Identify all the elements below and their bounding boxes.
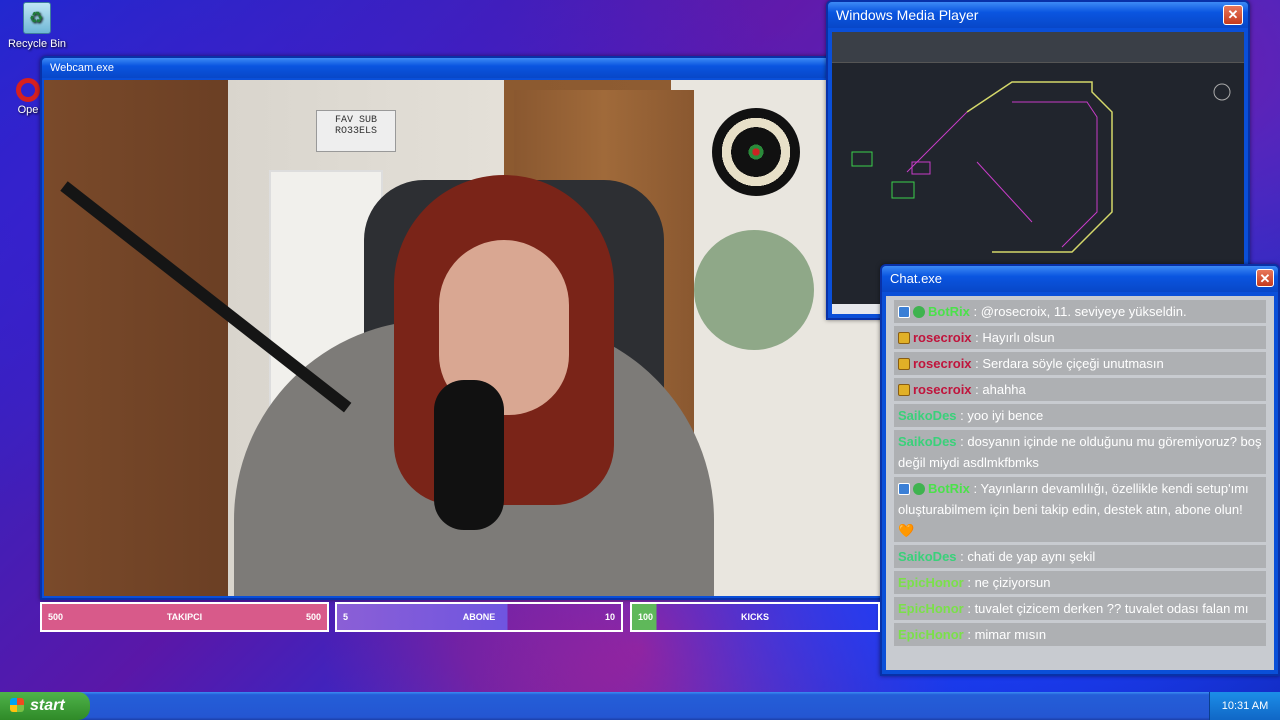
- chat-username[interactable]: BotRix: [928, 304, 970, 319]
- chat-username[interactable]: rosecroix: [913, 330, 972, 345]
- chat-message: rosecroix : Hayırlı olsun: [894, 326, 1266, 349]
- start-label: start: [30, 697, 65, 714]
- chat-message: SaikoDes : chati de yap aynı şekil: [894, 545, 1266, 568]
- chat-username[interactable]: rosecroix: [913, 382, 972, 397]
- kicks-goal-bar: 100 KICKS: [630, 602, 880, 632]
- chat-text: : @rosecroix, 11. seviyeye yükseldin.: [969, 304, 1187, 319]
- chat-username[interactable]: SaikoDes: [898, 434, 957, 449]
- chat-username[interactable]: rosecroix: [913, 356, 972, 371]
- follower-goal-bar: 500 TAKIPCI 500: [40, 602, 329, 632]
- chat-text: : ahahha: [971, 382, 1026, 397]
- chat-username[interactable]: SaikoDes: [898, 549, 957, 564]
- chat-text: : Hayırlı olsun: [971, 330, 1055, 345]
- chat-message: SaikoDes : yoo iyi bence: [894, 404, 1266, 427]
- chat-username[interactable]: SaikoDes: [898, 408, 957, 423]
- chat-window: Chat.exe ✕ BotRix : @rosecroix, 11. sevi…: [880, 264, 1280, 676]
- chat-text: : tuvalet çizicem derken ?? tuvalet odas…: [963, 601, 1249, 616]
- webcam-feed: FAV SUB RO33ELS: [44, 80, 880, 596]
- cad-drawing: [851, 81, 1231, 253]
- webcam-window-title[interactable]: Webcam.exe: [42, 58, 882, 78]
- moderator-badge-icon: [898, 306, 910, 318]
- chat-username[interactable]: EpicHonor: [898, 627, 964, 642]
- lightbox-sign: FAV SUB RO33ELS: [316, 110, 396, 152]
- verified-badge-icon: [913, 306, 925, 318]
- chat-text: : ne çiziyorsun: [963, 575, 1051, 590]
- chat-message: SaikoDes : dosyanın içinde ne olduğunu m…: [894, 430, 1266, 474]
- chat-message: rosecroix : Serdara söyle çiçeği unutmas…: [894, 352, 1266, 375]
- chat-message: rosecroix : ahahha: [894, 378, 1266, 401]
- subscriber-badge-icon: [898, 384, 910, 396]
- chat-text: : mimar mısın: [963, 627, 1047, 642]
- webcam-window: Webcam.exe FAV SUB RO33ELS: [40, 56, 884, 600]
- chat-message: BotRix : Yayınların devamlılığı, özellik…: [894, 477, 1266, 542]
- chat-message: EpicHonor : ne çiziyorsun: [894, 571, 1266, 594]
- cad-ribbon: [832, 32, 1244, 63]
- plush-toy: [694, 230, 814, 350]
- opera-icon: [16, 78, 40, 102]
- chat-text: : chati de yap aynı şekil: [956, 549, 1096, 564]
- chat-message: EpicHonor : mimar mısın: [894, 623, 1266, 646]
- dartboard: [712, 108, 800, 196]
- goal-label: TAKIPCI: [166, 612, 203, 622]
- moderator-badge-icon: [898, 483, 910, 495]
- goal-target: 500: [305, 612, 321, 622]
- subscriber-badge-icon: [898, 332, 910, 344]
- subscriber-goal-bar: 5 ABONE 10: [335, 602, 623, 632]
- recycle-bin-label: Recycle Bin: [7, 38, 67, 50]
- wmp-window-title[interactable]: Windows Media Player: [828, 2, 1248, 28]
- start-button[interactable]: start: [0, 692, 90, 720]
- chat-username[interactable]: EpicHonor: [898, 601, 964, 616]
- goal-label: KICKS: [740, 612, 769, 622]
- goal-label: ABONE: [462, 612, 496, 622]
- chat-window-title[interactable]: Chat.exe: [882, 266, 1278, 292]
- chat-username[interactable]: BotRix: [928, 481, 970, 496]
- system-tray-clock: 10:31 AM: [1209, 692, 1280, 720]
- chat-text: : yoo iyi bence: [956, 408, 1044, 423]
- chat-messages: BotRix : @rosecroix, 11. seviyeye yüksel…: [886, 296, 1274, 670]
- goal-target: 10: [604, 612, 615, 622]
- chat-close-button[interactable]: ✕: [1256, 269, 1274, 287]
- chat-username[interactable]: EpicHonor: [898, 575, 964, 590]
- recycle-bin-glyph: [23, 2, 51, 34]
- chat-message: BotRix : @rosecroix, 11. seviyeye yüksel…: [894, 300, 1266, 323]
- chat-text: : Serdara söyle çiçeği unutmasın: [971, 356, 1164, 371]
- recycle-bin-icon[interactable]: Recycle Bin: [2, 2, 72, 50]
- chat-message: EpicHonor : tuvalet çizicem derken ?? tu…: [894, 597, 1266, 620]
- microphone: [434, 380, 504, 530]
- wmp-close-button[interactable]: ✕: [1223, 5, 1243, 25]
- windows-logo-icon: [10, 698, 24, 712]
- taskbar: start 10:31 AM: [0, 692, 1280, 720]
- subscriber-badge-icon: [898, 358, 910, 370]
- verified-badge-icon: [913, 483, 925, 495]
